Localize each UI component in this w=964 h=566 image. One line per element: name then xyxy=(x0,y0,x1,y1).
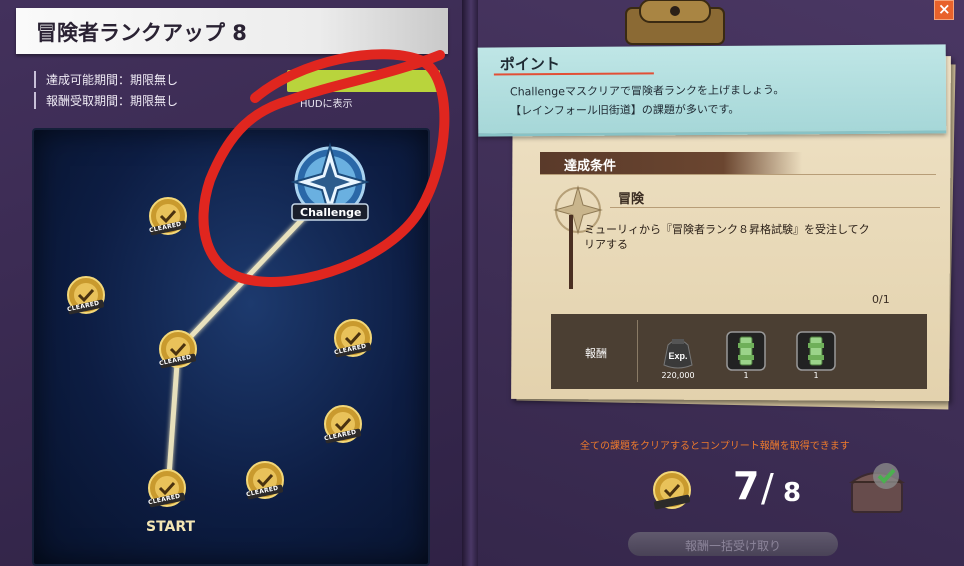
clipboard-clip-icon xyxy=(625,0,725,45)
total-count: 8 xyxy=(783,478,802,508)
close-icon: × xyxy=(938,0,951,18)
condition-header: 達成条件 xyxy=(540,152,802,174)
complete-chest-icon[interactable] xyxy=(846,460,908,516)
point-line-1: Challengeマスクリアで冒険者ランクを上げましょう。 xyxy=(509,83,785,99)
green-scroll-icon[interactable] xyxy=(796,331,836,371)
reward-box: 報酬 Exp. 220,000 1 1 xyxy=(551,314,927,389)
condition-divider xyxy=(540,174,936,175)
condition-category-divider xyxy=(610,207,940,208)
challenge-label: Challenge xyxy=(300,206,362,219)
point-line-2: 【レインフォール旧街道】の課題が多いです。 xyxy=(510,102,740,118)
exp-bag-icon[interactable]: Exp. xyxy=(658,331,698,371)
reward-divider xyxy=(637,320,638,382)
condition-progress: 0/1 xyxy=(872,293,890,306)
condition-text-1: ミューリィから『冒険者ランク８昇格試験』を受注してク xyxy=(584,223,870,236)
point-title: ポイント xyxy=(499,55,560,74)
condition-bar xyxy=(569,215,573,289)
reward-qty-3: 1 xyxy=(813,371,819,380)
claim-all-button[interactable]: 報酬一括受け取り xyxy=(628,532,838,556)
condition-header-text: 達成条件 xyxy=(564,159,617,174)
condition-category: 冒険 xyxy=(618,192,645,207)
exp-badge: Exp. xyxy=(668,351,687,361)
close-button[interactable]: × xyxy=(934,0,954,20)
challenge-star-icon[interactable] xyxy=(288,140,372,240)
point-card: ポイント Challengeマスクリアで冒険者ランクを上げましょう。 【レインフ… xyxy=(477,44,947,137)
reward-label: 報酬 xyxy=(585,347,607,360)
condition-text-2: リアする xyxy=(584,238,628,251)
cleared-count: 7 xyxy=(733,464,760,508)
green-scroll-icon[interactable] xyxy=(726,331,766,371)
count-separator: / xyxy=(761,466,774,510)
point-underline xyxy=(493,72,654,76)
cleared-count-medal-icon xyxy=(653,471,691,510)
reward-qty-2: 1 xyxy=(743,371,749,380)
start-label: START xyxy=(146,519,196,535)
reward-qty-1: 220,000 xyxy=(661,371,695,380)
complete-notice: 全ての課題をクリアするとコンプリート報酬を取得できます xyxy=(580,441,850,452)
claim-all-label: 報酬一括受け取り xyxy=(684,539,781,553)
